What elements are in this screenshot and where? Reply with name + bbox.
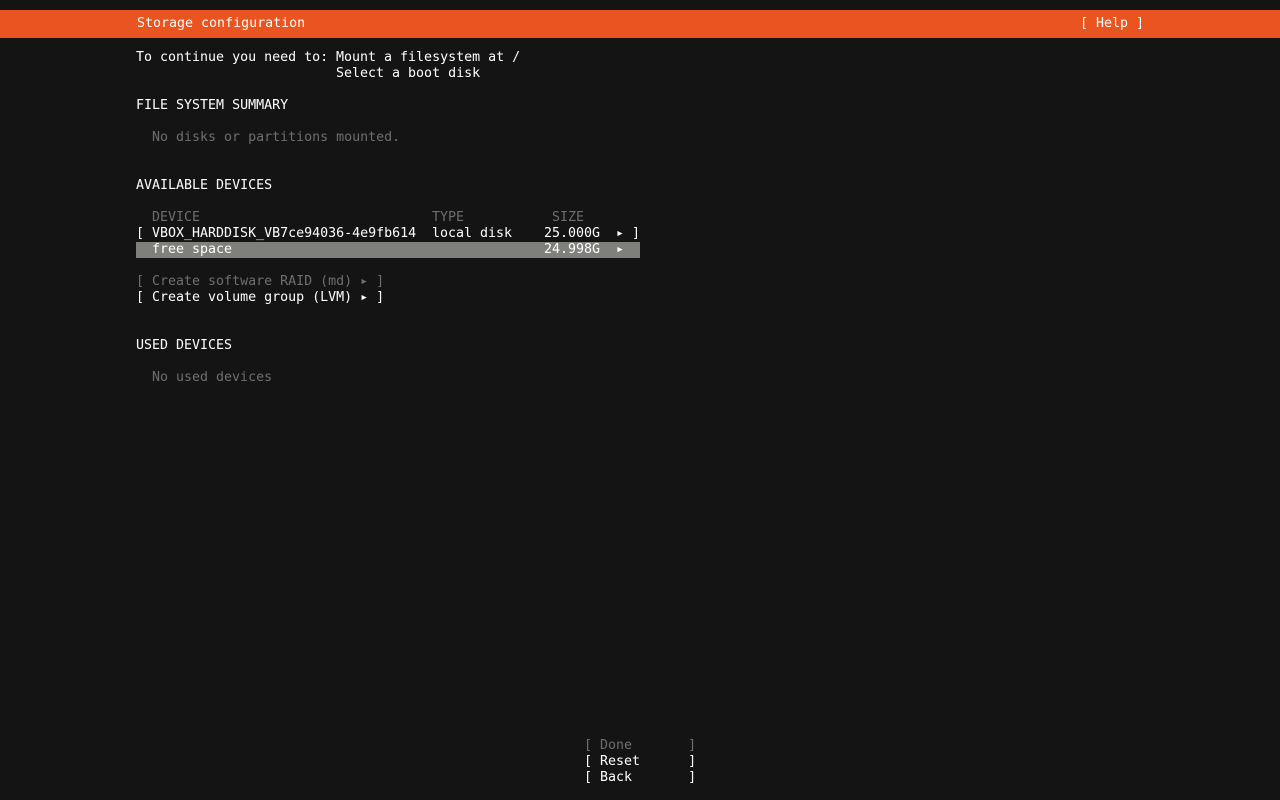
device-row-free-space[interactable]: free space 24.998G ▸ (136, 242, 640, 258)
reset-button[interactable]: [ Reset ] (584, 754, 696, 770)
bracket-open: [ (136, 226, 144, 242)
notice-requirement-boot-disk: Select a boot disk (336, 66, 480, 82)
bracket-close: ] (632, 226, 640, 242)
used-devices-empty-message: No used devices (152, 370, 272, 386)
create-software-raid-button[interactable]: [ Create software RAID (md) ▸ ] (136, 274, 384, 290)
used-devices-heading: USED DEVICES (136, 338, 232, 354)
create-volume-group-button[interactable]: [ Create volume group (LVM) ▸ ] (136, 290, 384, 306)
file-system-summary-heading: FILE SYSTEM SUMMARY (136, 98, 288, 114)
file-system-summary-empty-message: No disks or partitions mounted. (152, 130, 400, 146)
storage-configuration-screen: Storage configuration [ Help ] To contin… (0, 0, 1280, 800)
title-bar: Storage configuration [ Help ] (0, 10, 1280, 38)
notice-label: To continue you need to: (136, 50, 328, 66)
expand-arrow-icon: ▸ (616, 242, 624, 258)
device-name: VBOX_HARDDISK_VB7ce94036-4e9fb614 (152, 226, 416, 242)
done-button[interactable]: [ Done ] (584, 738, 696, 754)
device-size: 25.000G (544, 226, 600, 242)
device-name: free space (152, 242, 232, 258)
column-header-type: TYPE (432, 210, 464, 226)
expand-arrow-icon: ▸ (616, 226, 624, 242)
page-title: Storage configuration (137, 16, 305, 32)
column-header-size: SIZE (552, 210, 584, 226)
back-button[interactable]: [ Back ] (584, 770, 696, 786)
device-size: 24.998G (544, 242, 600, 258)
available-devices-heading: AVAILABLE DEVICES (136, 178, 272, 194)
column-header-device: DEVICE (152, 210, 200, 226)
notice-requirement-mount: Mount a filesystem at / (336, 50, 520, 66)
device-type: local disk (432, 226, 512, 242)
help-button[interactable]: [ Help ] (1080, 16, 1144, 32)
